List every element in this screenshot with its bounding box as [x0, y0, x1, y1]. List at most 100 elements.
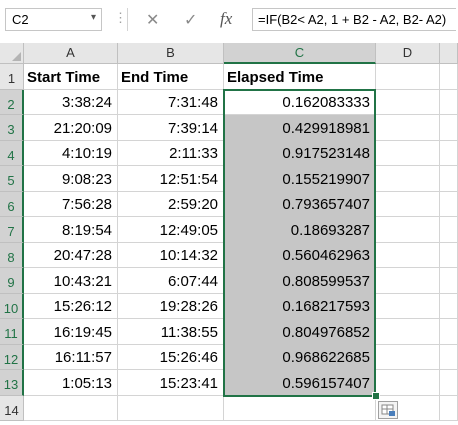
- cell-value: 16:19:45: [53, 323, 112, 341]
- cell-d11[interactable]: [376, 319, 440, 345]
- row-header-11[interactable]: 11: [0, 319, 24, 345]
- drag-handle-icon[interactable]: ⋮: [114, 11, 127, 25]
- cell-a10[interactable]: 15:26:12: [24, 293, 118, 319]
- cell-c2[interactable]: 0.162083333: [224, 89, 376, 115]
- fx-icon[interactable]: fx: [220, 9, 232, 29]
- cell-d13[interactable]: [376, 370, 440, 396]
- cell-a2[interactable]: 3:38:24: [24, 89, 118, 115]
- row-header-12[interactable]: 12: [0, 344, 24, 370]
- row-header-5[interactable]: 5: [0, 166, 24, 192]
- cell-value: 15:26:12: [53, 298, 112, 315]
- cell-value: 7:56:28: [61, 196, 112, 213]
- chevron-down-icon[interactable]: ▾: [91, 12, 96, 23]
- cell-value: 0.808599537: [282, 272, 370, 290]
- cell-a13[interactable]: 1:05:13: [24, 370, 118, 396]
- cell-d4[interactable]: [376, 140, 440, 166]
- cell-filler: [440, 115, 458, 141]
- cell-c9[interactable]: 0.808599537: [224, 268, 376, 294]
- cell-c5[interactable]: 0.155219907: [224, 166, 376, 192]
- cell-d1[interactable]: [376, 64, 440, 90]
- cell-b12[interactable]: 15:26:46: [118, 344, 224, 370]
- cell-c8[interactable]: 0.560462963: [224, 242, 376, 268]
- row-header-7[interactable]: 7: [0, 217, 24, 243]
- cell-c12[interactable]: 0.968622685: [224, 344, 376, 370]
- row-header-4[interactable]: 4: [0, 140, 24, 166]
- check-icon[interactable]: ✓: [184, 10, 197, 30]
- row-header-10[interactable]: 10: [0, 293, 24, 319]
- cell-a9[interactable]: 10:43:21: [24, 268, 118, 294]
- cell-c11[interactable]: 0.804976852: [224, 319, 376, 345]
- cell-filler: [440, 395, 458, 421]
- cell-b6[interactable]: 2:59:20: [118, 191, 224, 217]
- fill-handle[interactable]: [372, 391, 380, 400]
- cell-a12[interactable]: 16:11:57: [24, 344, 118, 370]
- cell-d10[interactable]: [376, 293, 440, 319]
- spreadsheet-grid: A B C D 1 Start Time End Time Elapsed Time 2 3:38…: [0, 43, 458, 422]
- cell-a7[interactable]: 8:19:54: [24, 217, 118, 243]
- cell-c13[interactable]: 0.596157407: [224, 370, 376, 396]
- cell-d6[interactable]: [376, 191, 440, 217]
- cell-a14[interactable]: [24, 395, 118, 421]
- cell-value: 7:39:14: [167, 119, 218, 137]
- cell-b1[interactable]: End Time: [118, 64, 224, 90]
- cell-value: 10:43:21: [53, 272, 112, 290]
- cell-a11[interactable]: 16:19:45: [24, 319, 118, 345]
- cell-a6[interactable]: 7:56:28: [24, 191, 118, 217]
- cell-value: 0.596157407: [282, 374, 370, 392]
- cell-d2[interactable]: [376, 89, 440, 115]
- cell-a5[interactable]: 9:08:23: [24, 166, 118, 192]
- cell-d5[interactable]: [376, 166, 440, 192]
- cell-b5[interactable]: 12:51:54: [118, 166, 224, 192]
- cell-b3[interactable]: 7:39:14: [118, 115, 224, 141]
- row-header-2[interactable]: 2: [0, 89, 24, 115]
- cell-d12[interactable]: [376, 344, 440, 370]
- cell-b13[interactable]: 15:23:41: [118, 370, 224, 396]
- name-box[interactable]: C2 ▾: [5, 8, 102, 31]
- cell-a8[interactable]: 20:47:28: [24, 242, 118, 268]
- cell-c10[interactable]: 0.168217593: [224, 293, 376, 319]
- cell-d9[interactable]: [376, 268, 440, 294]
- cell-b11[interactable]: 11:38:55: [118, 319, 224, 345]
- select-all-button[interactable]: [0, 43, 24, 64]
- row-header-1[interactable]: 1: [0, 64, 24, 90]
- row-header-9[interactable]: 9: [0, 268, 24, 294]
- row-header-14[interactable]: 14: [0, 395, 24, 421]
- cell-c4[interactable]: 0.917523148: [224, 140, 376, 166]
- column-header-a[interactable]: A: [24, 43, 118, 64]
- cell-b2[interactable]: 7:31:48: [118, 89, 224, 115]
- cell-c6[interactable]: 0.793657407: [224, 191, 376, 217]
- cell-c1[interactable]: Elapsed Time: [224, 64, 376, 90]
- cell-filler: [440, 191, 458, 217]
- formula-input[interactable]: =IF(B2< A2, 1 + B2 - A2, B2- A2): [252, 8, 456, 31]
- cell-a4[interactable]: 4:10:19: [24, 140, 118, 166]
- cell-c3[interactable]: 0.429918981: [224, 115, 376, 141]
- row-header-13[interactable]: 13: [0, 370, 24, 396]
- cell-value: 8:19:54: [61, 221, 112, 239]
- column-header-d[interactable]: D: [376, 43, 440, 64]
- column-header-c[interactable]: C: [224, 43, 376, 64]
- row-header-3[interactable]: 3: [0, 115, 24, 141]
- cell-b9[interactable]: 6:07:44: [118, 268, 224, 294]
- cell-d3[interactable]: [376, 115, 440, 141]
- row-header-6[interactable]: 6: [0, 191, 24, 217]
- cell-c7[interactable]: 0.18693287: [224, 217, 376, 243]
- cell-a1[interactable]: Start Time: [24, 64, 118, 90]
- cell-b4[interactable]: 2:11:33: [118, 140, 224, 166]
- cell-b8[interactable]: 10:14:32: [118, 242, 224, 268]
- row-header-8[interactable]: 8: [0, 242, 24, 268]
- cell-b14[interactable]: [118, 395, 224, 421]
- cell-c14[interactable]: [224, 395, 376, 421]
- cell-a3[interactable]: 21:20:09: [24, 115, 118, 141]
- cell-value: 0.162083333: [282, 94, 370, 111]
- cell-d8[interactable]: [376, 242, 440, 268]
- close-icon[interactable]: ✕: [146, 10, 159, 30]
- cell-filler: [440, 89, 458, 115]
- cell-d7[interactable]: [376, 217, 440, 243]
- quick-analysis-icon[interactable]: [378, 400, 398, 419]
- cell-value: 15:26:46: [159, 349, 218, 366]
- cell-filler: [440, 293, 458, 319]
- formula-bar: C2 ▾ ⋮ ✕ ✓ fx =IF(B2< A2, 1 + B2 - A2, B…: [0, 0, 458, 43]
- column-header-b[interactable]: B: [118, 43, 224, 64]
- cell-b7[interactable]: 12:49:05: [118, 217, 224, 243]
- cell-b10[interactable]: 19:28:26: [118, 293, 224, 319]
